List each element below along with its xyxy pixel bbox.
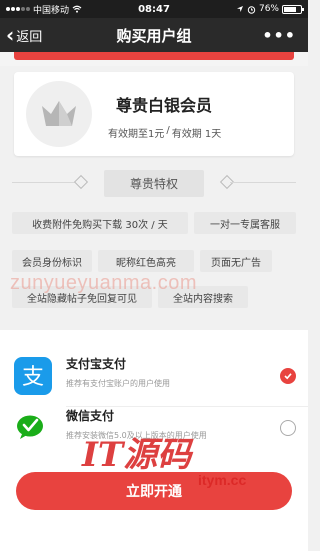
payment-section: 支 支付宝支付 推荐有支付宝账户的用户使用 微信支付 推荐安装微信5.0及以上版… [0, 330, 308, 551]
battery-percent: 76% [258, 4, 279, 14]
page-title: 购买用户组 [116, 26, 192, 45]
payment-name: 微信支付 [66, 409, 115, 423]
validity-separator: / [166, 125, 170, 136]
validity-price: 有效期至1元 [108, 129, 165, 140]
privilege-tag: 会员身份标识 [12, 250, 92, 272]
privilege-tag: 全站隐藏帖子免回复可见 [12, 286, 152, 308]
status-bar: 中国移动 08:47 76% [0, 0, 308, 18]
privilege-tag: 昵称红色高亮 [98, 250, 194, 272]
check-icon [284, 373, 292, 380]
validity-duration: 有效期 1天 [171, 129, 222, 140]
privilege-tag: 收费附件免购买下载 30次 / 天 [12, 212, 188, 234]
payment-radio[interactable] [280, 420, 296, 436]
payment-radio[interactable] [280, 368, 296, 384]
header-accent-strip [0, 52, 308, 66]
diamond-ornament-icon [73, 174, 89, 190]
alipay-icon: 支 [14, 357, 52, 395]
svg-text:支: 支 [22, 365, 44, 389]
privilege-tag: 一对一专属客服 [194, 212, 296, 234]
battery-icon [282, 4, 304, 14]
privileges-header: 尊贵特权 [0, 169, 308, 197]
payment-option-alipay[interactable]: 支 支付宝支付 推荐有支付宝账户的用户使用 [0, 350, 308, 402]
membership-title: 尊贵白银会员 [116, 96, 213, 115]
payment-description: 推荐安装微信5.0及以上版本的用户使用 [66, 431, 207, 440]
activate-button[interactable]: 立即开通 [16, 472, 292, 510]
clock: 08:47 [138, 3, 170, 15]
status-left: 中国移动 [6, 3, 82, 16]
carrier-label: 中国移动 [33, 5, 70, 16]
payment-name: 支付宝支付 [66, 357, 127, 371]
nav-bar: ‹ 返回 购买用户组 ••• [0, 18, 308, 52]
crown-icon [42, 101, 76, 126]
alarm-icon [247, 5, 256, 14]
wifi-icon [72, 5, 82, 13]
payment-description: 推荐有支付宝账户的用户使用 [66, 379, 170, 388]
membership-validity: 有效期至1元 / 有效期 1天 [108, 125, 221, 140]
membership-card: 尊贵白银会员 有效期至1元 / 有效期 1天 [14, 72, 294, 156]
status-right: 76% [236, 4, 304, 14]
privileges-title: 尊贵特权 [103, 169, 204, 197]
signal-icon [6, 7, 30, 11]
chevron-left-icon: ‹ [6, 23, 15, 47]
payment-option-wechat[interactable]: 微信支付 推荐安装微信5.0及以上版本的用户使用 [0, 402, 308, 454]
privilege-tag: 全站内容搜索 [158, 286, 248, 308]
back-label: 返回 [16, 29, 43, 45]
wechat-icon [14, 409, 52, 447]
back-button[interactable]: ‹ 返回 [6, 18, 42, 52]
privilege-tag: 页面无广告 [200, 250, 272, 272]
more-menu-button[interactable]: ••• [262, 18, 296, 52]
crown-badge [26, 81, 92, 147]
location-icon [236, 6, 243, 12]
